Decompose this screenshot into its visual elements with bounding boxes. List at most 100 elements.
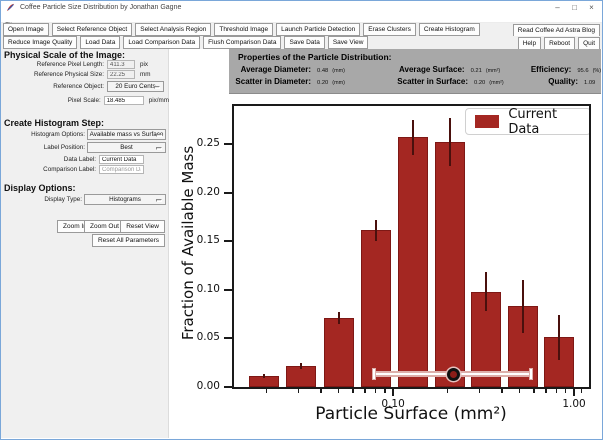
data-label-label: Data Label: (1, 156, 96, 163)
display-type-dropdown[interactable]: Histograms (84, 194, 166, 205)
x-tick (573, 389, 575, 396)
pixel-scale-label: Pixel Scale: (1, 97, 101, 104)
efficiency-label: Efficiency: (520, 65, 571, 74)
dropdown-indicator-icon (156, 134, 162, 137)
properties-heading: Properties of the Particle Distribution: (238, 52, 392, 62)
create-histogram-heading: Create Histogram Step: (4, 118, 104, 128)
average-diameter-value: 0.48 (317, 68, 328, 74)
x-minor-tick (581, 389, 583, 393)
error-bar (558, 315, 560, 360)
toolbar-button-launch-particle-detection[interactable]: Launch Particle Detection (276, 23, 360, 36)
parameter-panel: Physical Scale of the Image: Reference P… (1, 49, 169, 438)
mean-scatter-cap (529, 368, 533, 380)
x-axis-spine (232, 387, 591, 389)
scatter-surface-label: Scatter in Surface: (382, 77, 468, 86)
histogram-options-value: Available mass vs Surface (90, 131, 164, 138)
dropdown-indicator-icon (156, 199, 162, 202)
mean-scatter-cap (372, 368, 376, 380)
toolbar-row-1: Open ImageSelect Reference ObjectSelect … (1, 23, 602, 36)
toolbar-button-save-view[interactable]: Save View (328, 36, 369, 49)
dropdown-indicator-icon (156, 147, 162, 150)
reference-pixel-length-field[interactable] (107, 60, 135, 69)
x-minor-tick (375, 389, 377, 393)
comparison-label-label: Comparison Label: (1, 166, 96, 173)
error-bar (449, 118, 451, 167)
display-type-value: Histograms (109, 196, 141, 203)
title-bar[interactable]: Coffee Particle Size Distribution by Jon… (1, 1, 602, 14)
scatter-diameter-label: Scatter in Diameter: (229, 77, 311, 86)
error-bar (412, 120, 414, 155)
chart-canvas[interactable]: Fraction of Available Mass Particle Surf… (169, 94, 602, 439)
y-axis-spine (232, 104, 234, 389)
quality-value: 1.09 (584, 80, 595, 86)
toolbar-button-threshold-image[interactable]: Threshold Image (214, 23, 273, 36)
minimize-button[interactable]: – (549, 1, 566, 14)
x-minor-tick (556, 389, 558, 393)
toolbar-button-select-reference-object[interactable]: Select Reference Object (52, 23, 132, 36)
error-bar (300, 363, 302, 369)
scatter-surface-unit: (mm²) (489, 80, 503, 86)
x-minor-tick (565, 389, 567, 393)
label-position-dropdown[interactable]: Best (87, 142, 166, 153)
toolbar-button-load-data[interactable]: Load Data (80, 36, 120, 49)
error-bar (263, 374, 265, 378)
reference-physical-size-field[interactable] (107, 70, 135, 79)
toolbar-button-create-histogram[interactable]: Create Histogram (419, 23, 480, 36)
toolbar-row-2: Reduce Image QualityLoad DataLoad Compar… (1, 36, 602, 49)
zoom-out-button[interactable]: Zoom Out (84, 220, 125, 233)
y-tick (224, 143, 232, 145)
x-minor-tick (364, 389, 366, 393)
efficiency-unit: (%) (593, 68, 601, 74)
toolbar-button-save-data[interactable]: Save Data (284, 36, 324, 49)
menu-bar: File (1, 14, 602, 23)
histogram-bar (435, 142, 465, 387)
error-bar (338, 312, 340, 324)
physical-scale-heading: Physical Scale of the Image: (4, 50, 125, 60)
app-window: Coffee Particle Size Distribution by Jon… (0, 0, 603, 440)
scatter-surface-value: 0.20 (474, 80, 485, 86)
x-tick-label: 0.10 (371, 398, 415, 410)
histogram-bar (398, 137, 428, 387)
toolbar-button-help[interactable]: Help (518, 37, 541, 50)
histogram-bar (286, 366, 316, 387)
comparison-label-field[interactable] (99, 165, 144, 174)
x-minor-tick (320, 389, 322, 393)
reference-object-dropdown[interactable]: 20 Euro Cents (107, 81, 164, 92)
close-button[interactable]: × (583, 1, 600, 14)
chart-legend: Current Data (465, 108, 591, 135)
x-minor-tick (352, 389, 354, 393)
toolbar-button-select-analysis-region[interactable]: Select Analysis Region (135, 23, 211, 36)
x-minor-tick (519, 389, 521, 393)
reset-all-parameters-button[interactable]: Reset All Parameters (92, 234, 165, 247)
average-surface-unit: (mm²) (486, 68, 500, 74)
reference-pixel-length-label: Reference Pixel Length: (1, 61, 104, 68)
toolbar-button-load-comparison-data[interactable]: Load Comparison Data (123, 36, 200, 49)
x-tick (392, 389, 394, 396)
error-bar (522, 280, 524, 333)
toolbar-button-flush-comparison-data[interactable]: Flush Comparison Data (203, 36, 281, 49)
toolbar-button-read-coffee-ad-astra-blog[interactable]: Read Coffee Ad Astra Blog (513, 24, 600, 37)
efficiency-value: 95.6 (577, 68, 588, 74)
x-minor-tick (338, 389, 340, 393)
reference-physical-size-label: Reference Physical Size: (1, 71, 104, 78)
error-bar (485, 272, 487, 311)
reference-physical-size-unit: mm (140, 71, 151, 78)
toolbar-button-reboot[interactable]: Reboot (544, 37, 575, 50)
pixel-scale-field[interactable] (104, 96, 144, 105)
toolbar-button-reduce-image-quality[interactable]: Reduce Image Quality (3, 36, 77, 49)
toolbar-button-open-image[interactable]: Open Image (3, 23, 49, 36)
toolbar-button-quit[interactable]: Quit (578, 37, 600, 50)
average-diameter-label: Average Diameter: (229, 65, 311, 74)
properties-panel: Properties of the Particle Distribution:… (229, 49, 601, 94)
average-surface-label: Average Surface: (379, 65, 465, 74)
reference-object-label: Reference Object: (1, 83, 104, 90)
data-label-field[interactable] (99, 155, 144, 164)
x-minor-tick (545, 389, 547, 393)
maximize-button[interactable]: □ (566, 1, 583, 14)
reset-view-button[interactable]: Reset View (120, 220, 165, 233)
histogram-options-dropdown[interactable]: Available mass vs Surface (87, 129, 166, 140)
x-minor-tick (447, 389, 449, 393)
reference-pixel-length-unit: pix (140, 61, 148, 68)
toolbar-button-erase-clusters[interactable]: Erase Clusters (363, 23, 416, 36)
x-minor-tick (298, 389, 300, 393)
